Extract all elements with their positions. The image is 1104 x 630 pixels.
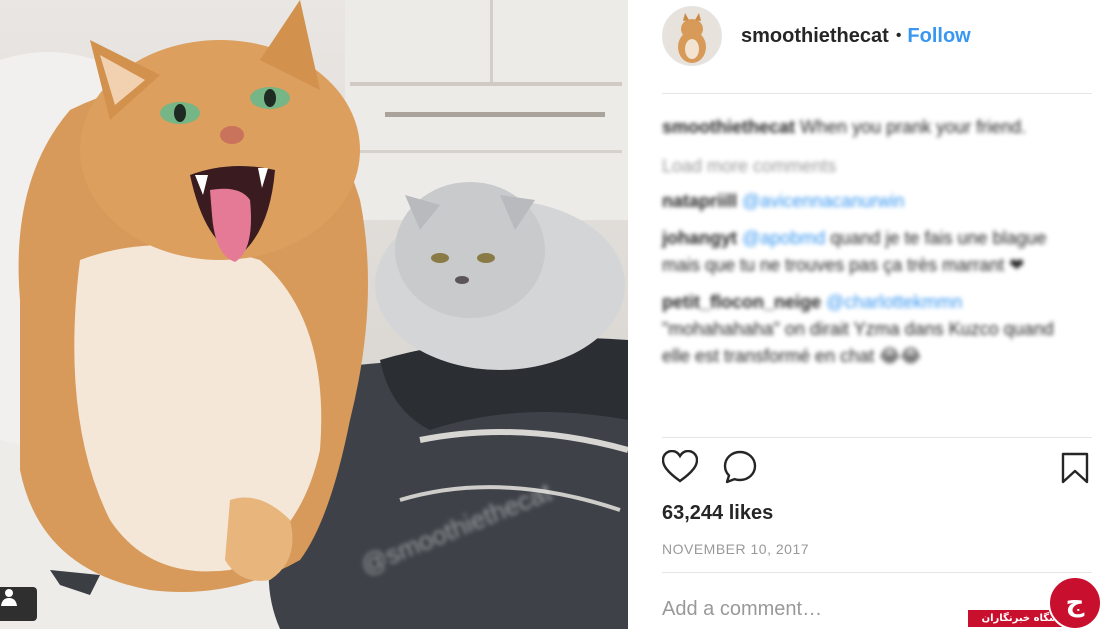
avatar-image bbox=[663, 7, 721, 65]
comments-divider bbox=[662, 437, 1092, 438]
header-divider bbox=[662, 93, 1092, 94]
watermark-badge: ج bbox=[1048, 576, 1102, 630]
comment-username[interactable]: petit_flocon_neige bbox=[662, 292, 821, 312]
watermark-logo: باشگاه خبرنگاران ج bbox=[968, 576, 1104, 630]
username[interactable]: smoothiethecat bbox=[741, 25, 889, 48]
comment-username[interactable]: johangyt bbox=[662, 228, 737, 248]
avatar[interactable] bbox=[662, 6, 722, 66]
comment-mention[interactable]: @charlottekmmn bbox=[826, 292, 962, 312]
caption-text: When you prank your friend. bbox=[800, 117, 1027, 137]
caption: smoothiethecat When you prank your frien… bbox=[662, 114, 1072, 141]
cat-photo-illustration: @smoothiethecat bbox=[0, 0, 628, 629]
separator-dot: • bbox=[895, 27, 902, 44]
heart-icon[interactable] bbox=[662, 450, 698, 484]
comment-item: johangyt @apobmd quand je te fais une bl… bbox=[662, 225, 1072, 279]
input-divider bbox=[662, 572, 1092, 573]
comment-item: petit_flocon_neige @charlottekmmn "mohah… bbox=[662, 289, 1072, 370]
comment-bubble-icon[interactable] bbox=[723, 450, 757, 484]
comment-text: "mohahahaha" on dirait Yzma dans Kuzco q… bbox=[662, 319, 1054, 366]
post-sidebar: smoothiethecat • Follow smoothiethecat W… bbox=[628, 0, 1104, 629]
likes-count[interactable]: 63,244 likes bbox=[662, 502, 773, 525]
comment-mention[interactable]: @apobmd bbox=[742, 228, 825, 248]
comment-mention[interactable]: @avicennacanurwin bbox=[742, 191, 904, 211]
bookmark-icon[interactable] bbox=[1060, 452, 1090, 484]
comment-username[interactable]: natapriill bbox=[662, 191, 737, 211]
post-photo[interactable]: @smoothiethecat bbox=[0, 0, 628, 629]
caption-username[interactable]: smoothiethecat bbox=[662, 117, 795, 137]
comment-item: natapriill @avicennacanurwin bbox=[662, 188, 1072, 215]
load-more-comments[interactable]: Load more comments bbox=[662, 153, 1072, 180]
person-tag-icon bbox=[1, 589, 17, 606]
tag-button[interactable] bbox=[0, 587, 37, 621]
action-bar bbox=[662, 450, 1092, 490]
post-date[interactable]: NOVEMBER 10, 2017 bbox=[662, 541, 809, 557]
follow-button[interactable]: Follow bbox=[907, 25, 970, 48]
comments-list: smoothiethecat When you prank your frien… bbox=[662, 114, 1072, 380]
add-comment-input[interactable] bbox=[662, 598, 962, 621]
post-header: smoothiethecat • Follow bbox=[662, 6, 971, 66]
